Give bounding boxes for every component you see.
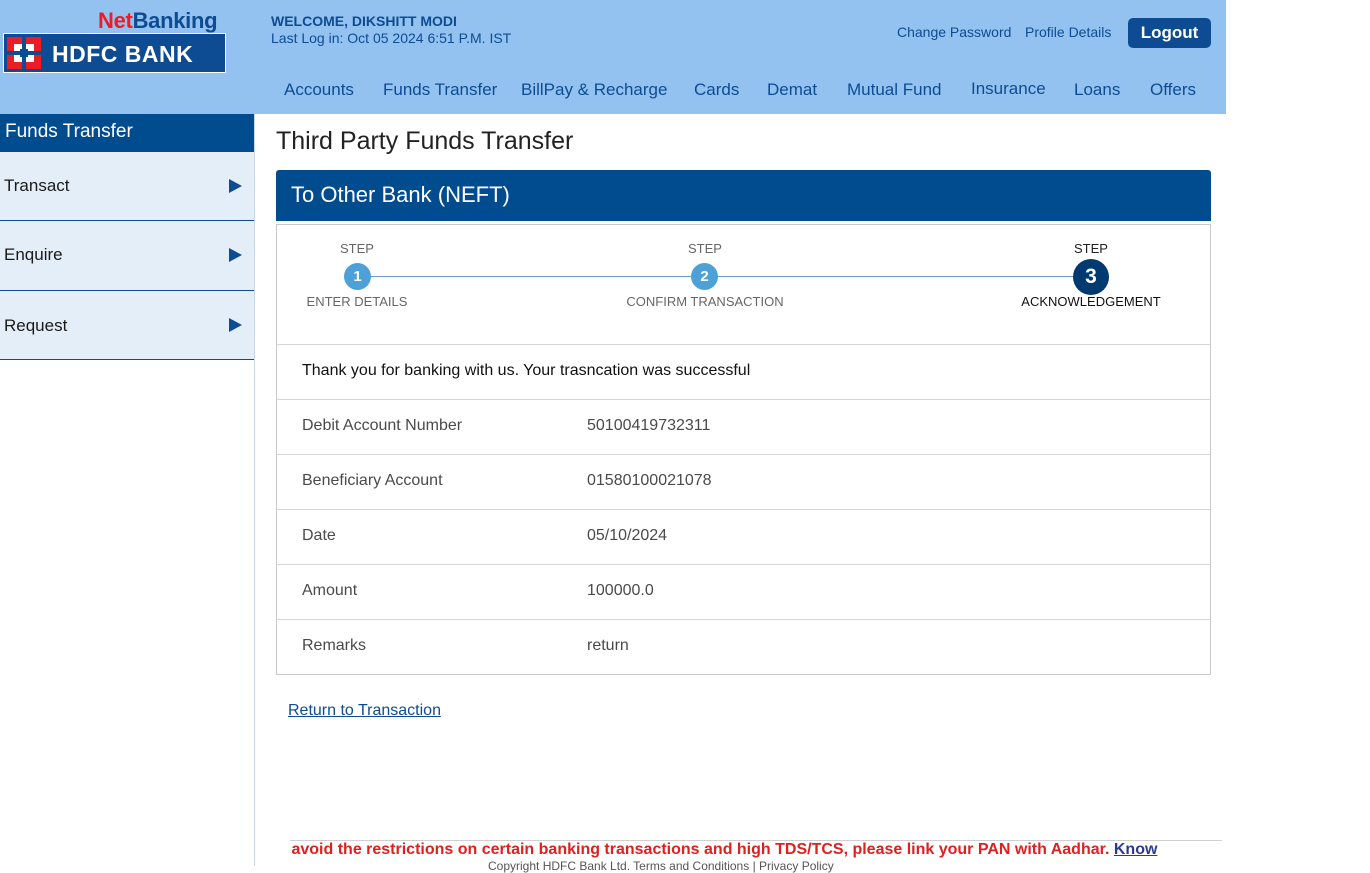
detail-label: Debit Account Number xyxy=(302,417,463,434)
sidebar-item-request[interactable]: Request xyxy=(0,291,254,360)
panel-title: To Other Bank (NEFT) xyxy=(276,170,1211,221)
nav-funds-transfer[interactable]: Funds Transfer xyxy=(383,80,497,100)
nav-cards[interactable]: Cards xyxy=(694,80,739,100)
detail-row: Date 05/10/2024 xyxy=(277,509,1210,564)
detail-value: 05/10/2024 xyxy=(587,527,668,544)
detail-value: 50100419732311 xyxy=(587,417,711,434)
nav-loans[interactable]: Loans xyxy=(1074,80,1120,100)
return-to-transaction-link[interactable]: Return to Transaction xyxy=(288,702,441,720)
detail-label: Remarks xyxy=(302,637,367,654)
nav-mutual-fund[interactable]: Mutual Fund xyxy=(847,80,942,100)
detail-label: Beneficiary Account xyxy=(302,472,443,489)
sidebar-title: Funds Transfer xyxy=(0,114,254,152)
arrow-right-icon xyxy=(229,248,242,262)
sidebar-item-enquire[interactable]: Enquire xyxy=(0,221,254,291)
nav-offers[interactable]: Offers xyxy=(1150,80,1196,100)
stepper-line xyxy=(357,276,1092,277)
nav-billpay-recharge[interactable]: BillPay & Recharge xyxy=(521,80,667,100)
sidebar-item-label: Enquire xyxy=(4,245,63,264)
step-1-label: STEP xyxy=(340,241,374,256)
sidebar-item-label: Transact xyxy=(4,176,70,195)
detail-value: 100000.0 xyxy=(587,582,654,599)
success-message: Thank you for banking with us. Your tras… xyxy=(302,362,751,379)
detail-row: Beneficiary Account 01580100021078 xyxy=(277,454,1210,509)
transfer-panel: STEP 1 ENTER DETAILS STEP 2 CONFIRM TRAN… xyxy=(276,224,1211,675)
step-3-caption: ACKNOWLEDGEMENT xyxy=(1021,294,1161,309)
arrow-right-icon xyxy=(229,318,242,332)
sidebar: Funds Transfer Transact Enquire Request xyxy=(0,114,255,866)
detail-value: return xyxy=(587,637,629,654)
welcome-text: WELCOME, DIKSHITT MODI xyxy=(271,13,457,29)
success-message-row: Thank you for banking with us. Your tras… xyxy=(277,344,1210,399)
sidebar-item-transact[interactable]: Transact xyxy=(0,152,254,221)
bank-name: HDFC BANK xyxy=(52,41,194,67)
step-1-circle: 1 xyxy=(344,263,371,290)
step-2-circle: 2 xyxy=(691,263,718,290)
detail-value: 01580100021078 xyxy=(587,472,712,489)
arrow-right-icon xyxy=(229,179,242,193)
logout-button[interactable]: Logout xyxy=(1128,18,1211,48)
hdfc-bank-logo[interactable]: HDFC BANK xyxy=(3,33,226,73)
nav-insurance[interactable]: Insurance xyxy=(971,79,1046,99)
step-3-circle: 3 xyxy=(1073,259,1109,295)
detail-label: Date xyxy=(302,527,336,544)
profile-details-link[interactable]: Profile Details xyxy=(1025,24,1111,40)
detail-row: Remarks return xyxy=(277,619,1210,674)
step-2-caption: CONFIRM TRANSACTION xyxy=(626,294,784,309)
detail-label: Amount xyxy=(302,582,358,599)
pan-aadhaar-ticker: Mandatory! To avoid the restrictions on … xyxy=(290,840,1222,860)
step-2-label: STEP xyxy=(688,241,722,256)
step-3-label: STEP xyxy=(1074,241,1108,256)
detail-row: Debit Account Number 50100419732311 xyxy=(277,399,1210,454)
change-password-link[interactable]: Change Password xyxy=(897,24,1011,40)
detail-row: Amount 100000.0 xyxy=(277,564,1210,619)
last-login-text: Last Log in: Oct 05 2024 6:51 P.M. IST xyxy=(271,30,512,46)
nav-demat[interactable]: Demat xyxy=(767,80,817,100)
nav-accounts[interactable]: Accounts xyxy=(284,80,354,100)
footer-copyright: Copyright HDFC Bank Ltd. Terms and Condi… xyxy=(488,859,834,873)
sidebar-item-label: Request xyxy=(4,316,68,335)
page-title: Third Party Funds Transfer xyxy=(276,127,574,155)
netbanking-logo[interactable]: NetBanking xyxy=(98,8,218,34)
header: NetBanking HDFC BANK WELCOME, DIKSHITT M… xyxy=(0,0,1226,114)
step-1-caption: ENTER DETAILS xyxy=(306,294,408,309)
hdfc-logo-icon xyxy=(7,37,41,69)
ticker-know-more-link[interactable]: Know xyxy=(1114,841,1158,858)
ticker-text: Mandatory! To avoid the restrictions on … xyxy=(290,841,1110,858)
